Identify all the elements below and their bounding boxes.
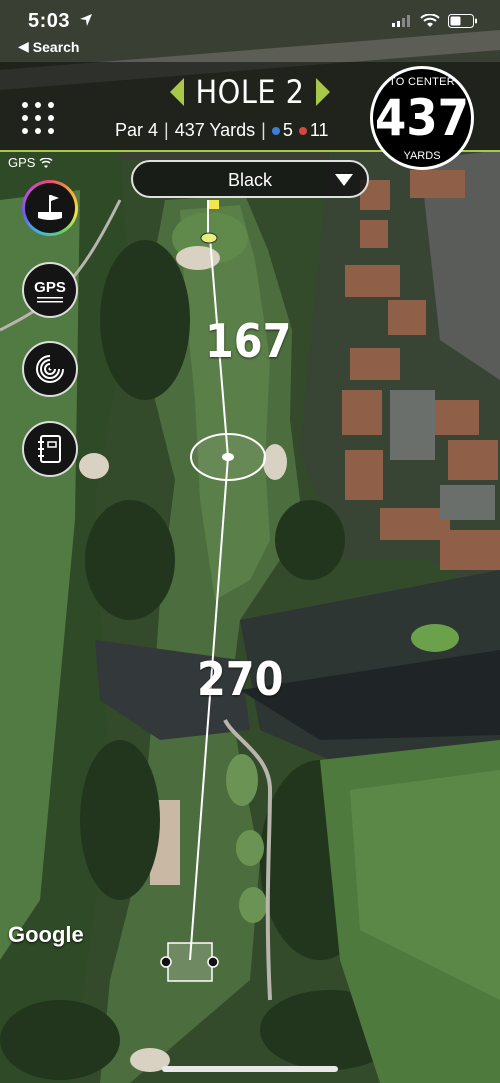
hole-title: HOLE 2	[195, 73, 305, 111]
shot-tracker-button[interactable]	[22, 341, 78, 397]
gps-status: GPS	[8, 155, 53, 170]
location-arrow-icon	[80, 14, 92, 26]
back-chevron-icon: ◀	[18, 38, 29, 54]
distance-label: TO CENTER	[388, 76, 456, 88]
tee-selector-value: Black	[227, 170, 272, 190]
green-flag-icon	[38, 195, 62, 220]
scorecard-button[interactable]	[22, 421, 78, 477]
status-icons	[392, 14, 478, 28]
red-count: 11	[309, 120, 329, 140]
grid-menu-icon	[22, 102, 54, 134]
gps-button[interactable]: GPS	[22, 262, 78, 318]
target-rings-icon	[36, 353, 66, 383]
notebook-icon	[38, 435, 61, 463]
blue-count: 5	[282, 120, 293, 140]
back-to-search-link[interactable]: ◀ Search	[18, 38, 79, 55]
par-value: Par 4	[115, 120, 159, 140]
home-indicator[interactable]	[162, 1066, 338, 1072]
hole-yards: 437 Yards	[174, 120, 256, 140]
tee-selector-dropdown[interactable]: Black	[131, 160, 369, 198]
divider: |	[164, 120, 169, 140]
status-time: 5:03	[28, 10, 71, 32]
blue-dot-icon	[271, 126, 280, 135]
distance-unit: YARDS	[403, 150, 441, 162]
hole-info: Par 4 | 437 Yards | 5 11	[115, 120, 329, 141]
hole-overview-button[interactable]	[22, 180, 78, 236]
distance-value: 437	[375, 89, 469, 147]
distance-label-upper: 167	[205, 314, 292, 368]
back-label: Search	[32, 38, 80, 55]
gps-status-label: GPS	[8, 155, 36, 170]
status-bar: 5:03 ◀ Search	[0, 0, 500, 60]
svg-text:GPS: GPS	[34, 279, 66, 296]
distance-to-center-badge[interactable]: TO CENTER 437 YARDS	[370, 66, 474, 170]
cellular-signal-icon	[392, 15, 410, 27]
google-attribution: Google	[8, 922, 84, 947]
hole-navigator: HOLE 2	[170, 72, 330, 112]
previous-hole-arrow-icon[interactable]	[170, 78, 184, 106]
divider: |	[261, 120, 266, 140]
battery-icon	[448, 14, 477, 28]
red-dot-icon	[298, 126, 307, 135]
chevron-down-icon	[335, 174, 353, 186]
gps-signal-icon	[39, 157, 53, 168]
gps-icon: GPS	[34, 279, 66, 303]
distance-label-lower: 270	[197, 652, 284, 706]
menu-grid-button[interactable]	[20, 100, 56, 136]
wifi-icon	[420, 14, 440, 27]
next-hole-arrow-icon[interactable]	[315, 78, 330, 106]
